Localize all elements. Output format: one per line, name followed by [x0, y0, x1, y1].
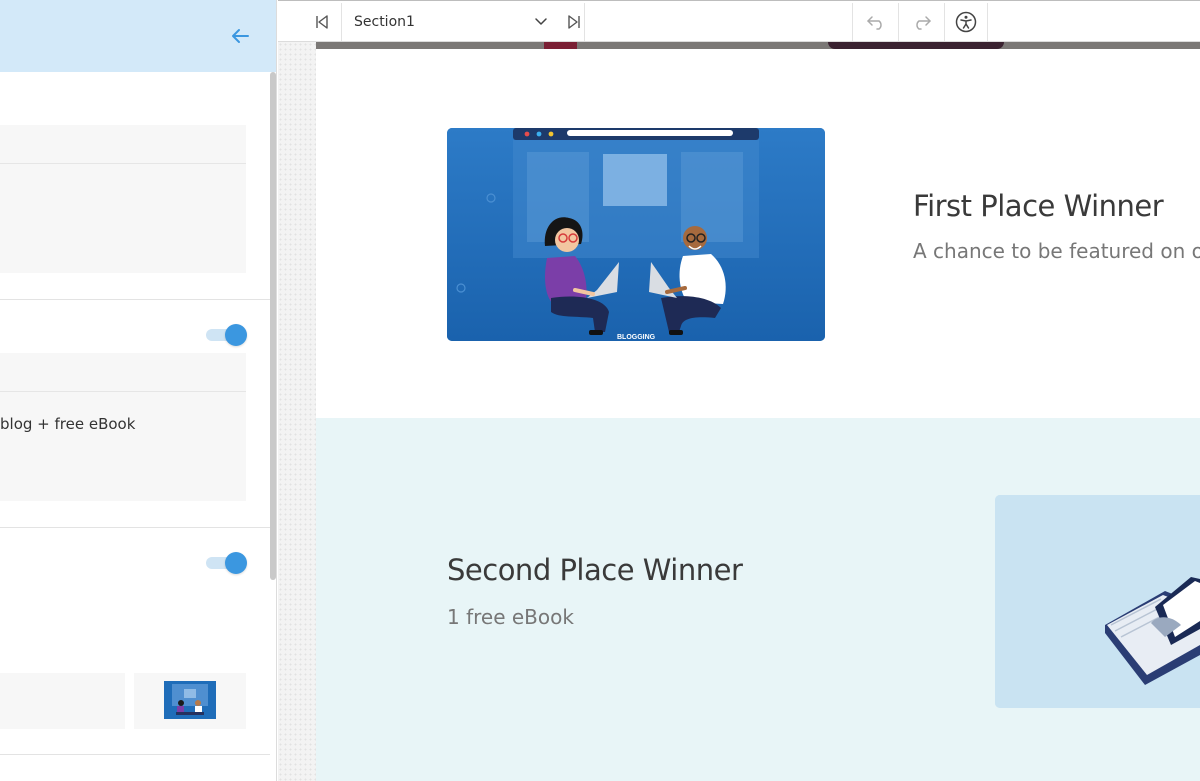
- ebook-illustration[interactable]: [995, 495, 1200, 708]
- skip-to-end-icon: [568, 14, 580, 29]
- second-place-title[interactable]: Second Place Winner: [447, 553, 743, 587]
- blogging-illustration[interactable]: BLOGGING: [447, 128, 825, 341]
- first-place-title[interactable]: First Place Winner: [913, 189, 1164, 223]
- section-dropdown-value: Section1: [354, 14, 415, 30]
- blogging-thumbnail-icon: [164, 681, 216, 719]
- panel-scrollbar[interactable]: [270, 72, 276, 580]
- description-field-value: blog + free eBook: [0, 415, 136, 433]
- card-divider: [0, 163, 246, 164]
- redo-icon: [915, 15, 931, 30]
- previous-section-button[interactable]: [304, 1, 340, 42]
- illustration-caption: BLOGGING: [617, 334, 656, 341]
- previous-section-edge: [316, 42, 1200, 49]
- canvas-gutter: [278, 42, 316, 781]
- next-section-button[interactable]: [556, 1, 592, 42]
- card-divider: [0, 391, 246, 392]
- page-canvas: BLOGGING First Place Winner A chance to …: [316, 42, 1200, 781]
- section-divider: [0, 754, 270, 755]
- ebook-illustration-graphic: [995, 495, 1200, 708]
- toolbar-divider: [987, 3, 988, 41]
- toggle-knob: [225, 552, 247, 574]
- second-place-section[interactable]: Second Place Winner 1 free eBook: [316, 418, 1200, 781]
- arrow-left-icon[interactable]: [226, 22, 254, 50]
- image-thumbnail[interactable]: [164, 681, 216, 719]
- section-divider: [0, 299, 270, 300]
- settings-panel: blog + free eBook: [0, 0, 277, 781]
- accessibility-button[interactable]: [945, 1, 987, 42]
- visibility-toggle[interactable]: [206, 324, 248, 346]
- second-place-description[interactable]: 1 free eBook: [447, 605, 574, 629]
- text-field-card[interactable]: [0, 125, 246, 273]
- previous-section-shape: [828, 42, 1004, 49]
- chevron-down-icon: [535, 18, 547, 25]
- undo-icon: [866, 15, 882, 30]
- section-dropdown[interactable]: Section1: [342, 1, 584, 42]
- accessibility-icon: [955, 11, 977, 32]
- undo-button[interactable]: [853, 1, 898, 42]
- previous-section-shape: [544, 42, 577, 49]
- toggle-knob: [225, 324, 247, 346]
- blogging-illustration-graphic: BLOGGING: [447, 128, 825, 341]
- panel-header: [0, 0, 276, 72]
- first-place-description[interactable]: A chance to be featured on our: [913, 239, 1200, 263]
- image-field-card[interactable]: [0, 673, 125, 729]
- editor-toolbar: Section1: [278, 0, 1200, 42]
- visibility-toggle[interactable]: [206, 552, 248, 574]
- skip-to-start-icon: [316, 14, 328, 29]
- redo-button[interactable]: [899, 1, 944, 42]
- section-divider: [0, 527, 270, 528]
- first-place-section[interactable]: BLOGGING First Place Winner A chance to …: [316, 49, 1200, 418]
